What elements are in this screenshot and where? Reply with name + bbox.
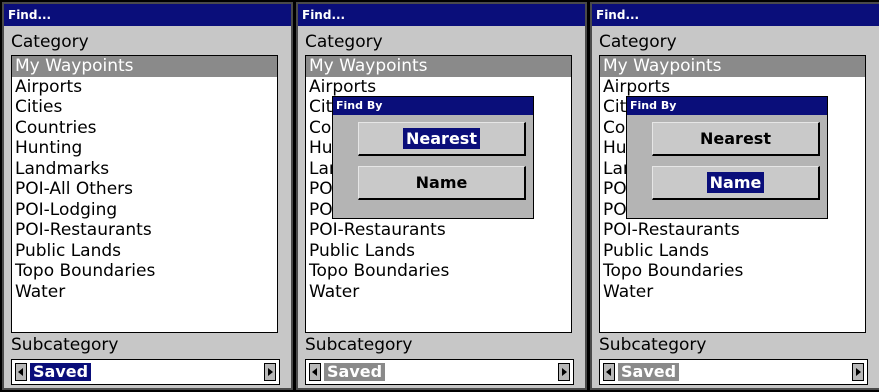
scroll-right-button[interactable] bbox=[852, 363, 864, 381]
category-list-item[interactable]: Airports bbox=[600, 77, 865, 98]
category-list-item[interactable]: My Waypoints bbox=[306, 56, 571, 77]
find-screen-1: Find... Category My Waypoints Airports Citie… bbox=[2, 2, 293, 390]
nearest-button-label: Nearest bbox=[700, 129, 771, 148]
category-list-item[interactable]: Landmarks bbox=[12, 159, 277, 180]
scroll-left-button[interactable] bbox=[309, 363, 321, 381]
window-title: Find... bbox=[592, 4, 879, 26]
subcategory-selector[interactable]: Saved bbox=[11, 359, 280, 385]
category-list-item[interactable]: Airports bbox=[306, 77, 571, 98]
nearest-button-label: Nearest bbox=[403, 128, 480, 149]
window-title: Find... bbox=[4, 4, 291, 26]
scroll-right-button[interactable] bbox=[264, 363, 276, 381]
category-list-item[interactable]: Countries bbox=[12, 118, 277, 139]
category-list-item[interactable]: Water bbox=[600, 282, 865, 303]
category-label: Category bbox=[599, 32, 677, 52]
category-list-item[interactable]: POI-Restaurants bbox=[306, 220, 571, 241]
scroll-right-button[interactable] bbox=[558, 363, 570, 381]
category-list[interactable]: My WaypointsAirportsCitiesCountriesHunti… bbox=[11, 55, 278, 333]
arrow-right-icon bbox=[268, 368, 273, 376]
category-list-item[interactable]: Topo Boundaries bbox=[306, 261, 571, 282]
subcategory-selector[interactable]: Saved bbox=[599, 359, 868, 385]
dialog-title: Find By bbox=[627, 97, 827, 115]
category-list-item[interactable]: My Waypoints bbox=[600, 56, 865, 77]
find-by-dialog: Find By Nearest Name bbox=[626, 96, 828, 219]
category-list-item[interactable]: POI-Lodging bbox=[12, 200, 277, 221]
window-title: Find... bbox=[298, 4, 585, 26]
name-button-label: Name bbox=[706, 172, 765, 193]
subcategory-label: Subcategory bbox=[11, 335, 119, 355]
subcategory-label: Subcategory bbox=[599, 335, 707, 355]
arrow-left-icon bbox=[606, 368, 611, 376]
category-list-item[interactable]: Topo Boundaries bbox=[600, 261, 865, 282]
dialog-title: Find By bbox=[333, 97, 533, 115]
nearest-button[interactable]: Nearest bbox=[652, 122, 820, 156]
name-button[interactable]: Name bbox=[358, 166, 526, 200]
category-list-item[interactable]: Water bbox=[306, 282, 571, 303]
category-label: Category bbox=[305, 32, 383, 52]
category-list-item[interactable]: Cities bbox=[12, 97, 277, 118]
subcategory-selector[interactable]: Saved bbox=[305, 359, 574, 385]
subcategory-label: Subcategory bbox=[305, 335, 413, 355]
find-by-dialog: Find By Nearest Name bbox=[332, 96, 534, 219]
category-list-item[interactable]: Water bbox=[12, 282, 277, 303]
arrow-left-icon bbox=[18, 368, 23, 376]
find-screen-2: Find...CategoryMy WaypointsAirportsCitie… bbox=[296, 2, 587, 390]
scroll-left-button[interactable] bbox=[603, 363, 615, 381]
category-list-item[interactable]: POI-Restaurants bbox=[12, 220, 277, 241]
category-list-item[interactable]: Public Lands bbox=[306, 241, 571, 262]
nearest-button[interactable]: Nearest bbox=[358, 122, 526, 156]
category-list-item[interactable]: POI-All Others bbox=[12, 179, 277, 200]
arrow-left-icon bbox=[312, 368, 317, 376]
scroll-left-button[interactable] bbox=[15, 363, 27, 381]
category-list-item[interactable]: Public Lands bbox=[600, 241, 865, 262]
subcategory-value[interactable]: Saved bbox=[324, 363, 386, 381]
find-screen-3: Find...CategoryMy WaypointsAirportsCitie… bbox=[590, 2, 879, 390]
category-list-item[interactable]: My Waypoints bbox=[12, 56, 277, 77]
category-list-item[interactable]: POI-Restaurants bbox=[600, 220, 865, 241]
category-list-item[interactable]: Topo Boundaries bbox=[12, 261, 277, 282]
subcategory-value[interactable]: Saved bbox=[618, 363, 680, 381]
category-list-item[interactable]: Airports bbox=[12, 77, 277, 98]
name-button-label: Name bbox=[415, 173, 468, 192]
arrow-right-icon bbox=[856, 368, 861, 376]
category-list-item[interactable]: Public Lands bbox=[12, 241, 277, 262]
subcategory-value[interactable]: Saved bbox=[30, 363, 92, 381]
category-list-item[interactable]: Hunting bbox=[12, 138, 277, 159]
category-label: Category bbox=[11, 32, 89, 52]
arrow-right-icon bbox=[562, 368, 567, 376]
name-button[interactable]: Name bbox=[652, 166, 820, 200]
